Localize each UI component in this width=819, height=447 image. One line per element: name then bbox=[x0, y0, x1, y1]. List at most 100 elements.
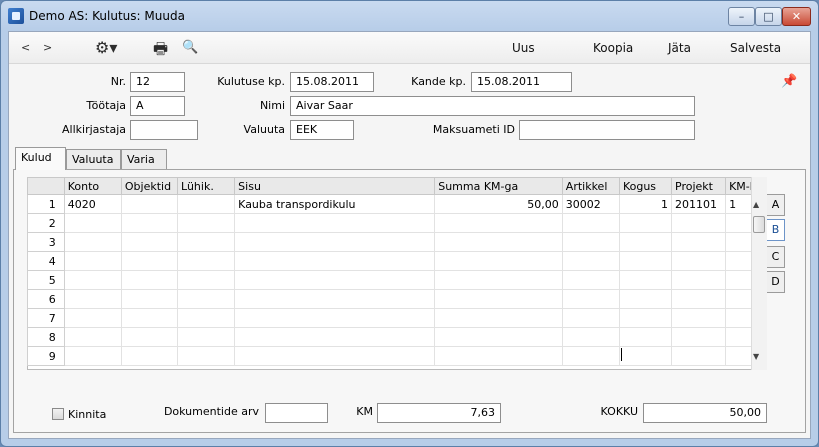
cell-konto[interactable] bbox=[63, 346, 122, 366]
close-button[interactable]: ✕ bbox=[782, 7, 811, 26]
total-field[interactable]: 50,00 bbox=[643, 403, 767, 423]
cell-artikkel[interactable]: 30002 bbox=[561, 194, 620, 214]
table-row[interactable]: 3 bbox=[27, 232, 767, 252]
cell-sisu[interactable] bbox=[234, 232, 436, 252]
tab-varia[interactable]: Varia bbox=[121, 149, 167, 169]
matrix-page-b-button[interactable]: B bbox=[767, 219, 785, 241]
tab-valuuta[interactable]: Valuuta bbox=[66, 149, 121, 169]
column-header[interactable]: Konto bbox=[63, 177, 122, 195]
cell-kogus[interactable] bbox=[618, 213, 673, 233]
cell-konto[interactable] bbox=[63, 251, 122, 271]
column-header[interactable]: Artikkel bbox=[561, 177, 620, 195]
matrix-page-c-button[interactable]: C bbox=[767, 246, 785, 268]
cell-artikkel[interactable] bbox=[561, 327, 620, 347]
cell-artikkel[interactable] bbox=[561, 270, 620, 290]
cell-sisu[interactable] bbox=[234, 289, 436, 309]
cell-summa[interactable] bbox=[434, 232, 563, 252]
cell-luhik[interactable] bbox=[177, 346, 236, 366]
cell-kogus[interactable] bbox=[618, 308, 673, 328]
scroll-up-icon[interactable]: ▲ bbox=[753, 200, 759, 209]
cell-summa[interactable] bbox=[434, 251, 563, 271]
cell-kogus[interactable] bbox=[618, 346, 673, 366]
column-header[interactable]: Lühik. bbox=[177, 177, 236, 195]
cell-kogus[interactable] bbox=[618, 270, 673, 290]
tab-kulud[interactable]: Kulud bbox=[15, 147, 66, 170]
cell-summa[interactable]: 50,00 bbox=[434, 194, 563, 214]
print-preview-icon[interactable]: 🔍 bbox=[182, 40, 198, 55]
column-header[interactable]: Sisu bbox=[234, 177, 436, 195]
copy-button[interactable]: Koopia bbox=[593, 41, 633, 55]
table-row[interactable]: 2 bbox=[27, 213, 767, 233]
cell-summa[interactable] bbox=[434, 327, 563, 347]
document-count-field[interactable] bbox=[265, 403, 328, 423]
cell-summa[interactable] bbox=[434, 289, 563, 309]
pin-icon[interactable]: 📌 bbox=[781, 74, 797, 89]
cell-luhik[interactable] bbox=[177, 232, 236, 252]
table-row[interactable]: 5 bbox=[27, 270, 767, 290]
cell-objektid[interactable] bbox=[120, 232, 179, 252]
cell-konto[interactable] bbox=[63, 289, 122, 309]
cell-summa[interactable] bbox=[434, 270, 563, 290]
cell-artikkel[interactable] bbox=[561, 251, 620, 271]
tax-board-id-field[interactable] bbox=[519, 120, 695, 140]
scroll-down-icon[interactable]: ▼ bbox=[753, 352, 759, 361]
transaction-date-field[interactable]: 15.08.2011 bbox=[471, 72, 572, 92]
table-row[interactable]: 9 bbox=[27, 346, 767, 366]
cell-luhik[interactable] bbox=[177, 213, 236, 233]
employee-field[interactable]: A bbox=[130, 96, 185, 116]
column-header[interactable]: Objektid bbox=[120, 177, 179, 195]
table-row[interactable]: 6 bbox=[27, 289, 767, 309]
cell-projekt[interactable] bbox=[670, 232, 727, 252]
cell-sisu[interactable] bbox=[234, 327, 436, 347]
cell-projekt[interactable] bbox=[670, 289, 727, 309]
minimize-button[interactable]: – bbox=[728, 7, 755, 26]
signer-field[interactable] bbox=[130, 120, 198, 140]
cell-kogus[interactable] bbox=[618, 232, 673, 252]
cell-projekt[interactable] bbox=[670, 346, 727, 366]
cell-luhik[interactable] bbox=[177, 327, 236, 347]
cell-projekt[interactable] bbox=[670, 251, 727, 271]
nr-field[interactable]: 12 bbox=[130, 72, 185, 92]
cell-konto[interactable]: 4020 bbox=[63, 194, 122, 214]
cell-projekt[interactable] bbox=[670, 327, 727, 347]
print-icon[interactable]: 🖶 bbox=[153, 38, 168, 65]
maximize-button[interactable]: □ bbox=[755, 7, 782, 26]
cell-sisu[interactable] bbox=[234, 251, 436, 271]
cell-kogus[interactable]: 1 bbox=[618, 194, 673, 214]
cell-artikkel[interactable] bbox=[561, 308, 620, 328]
cell-summa[interactable] bbox=[434, 308, 563, 328]
cell-artikkel[interactable] bbox=[561, 289, 620, 309]
table-row[interactable]: 1 4020 Kauba transpordikulu 50,00 30002 1 2011… bbox=[27, 194, 767, 214]
cell-objektid[interactable] bbox=[120, 194, 179, 214]
currency-field[interactable]: EEK bbox=[290, 120, 354, 140]
column-header-row-number[interactable] bbox=[27, 177, 65, 195]
cell-luhik[interactable] bbox=[177, 289, 236, 309]
cell-konto[interactable] bbox=[63, 327, 122, 347]
cell-summa[interactable] bbox=[434, 213, 563, 233]
cell-objektid[interactable] bbox=[120, 213, 179, 233]
cell-objektid[interactable] bbox=[120, 327, 179, 347]
scroll-thumb[interactable] bbox=[753, 216, 765, 233]
name-field[interactable]: Aivar Saar bbox=[290, 96, 695, 116]
vat-field[interactable]: 7,63 bbox=[377, 403, 501, 423]
cell-luhik[interactable] bbox=[177, 251, 236, 271]
cell-summa[interactable] bbox=[434, 346, 563, 366]
matrix-page-d-button[interactable]: D bbox=[767, 271, 785, 293]
expense-date-field[interactable]: 15.08.2011 bbox=[290, 72, 374, 92]
column-header[interactable]: Summa KM-ga bbox=[434, 177, 563, 195]
new-button[interactable]: Uus bbox=[512, 41, 535, 55]
cell-projekt[interactable] bbox=[670, 270, 727, 290]
cell-objektid[interactable] bbox=[120, 346, 179, 366]
table-row[interactable]: 7 bbox=[27, 308, 767, 328]
save-button[interactable]: Salvesta bbox=[730, 41, 781, 55]
cell-konto[interactable] bbox=[63, 232, 122, 252]
cell-konto[interactable] bbox=[63, 213, 122, 233]
cell-artikkel[interactable] bbox=[561, 346, 620, 366]
cell-kogus[interactable] bbox=[618, 289, 673, 309]
cell-konto[interactable] bbox=[63, 270, 122, 290]
cell-projekt[interactable]: 201101 bbox=[670, 194, 727, 214]
cell-sisu[interactable] bbox=[234, 270, 436, 290]
previous-record-button[interactable]: < bbox=[21, 41, 30, 54]
cell-artikkel[interactable] bbox=[561, 213, 620, 233]
approve-checkbox[interactable] bbox=[52, 408, 64, 420]
